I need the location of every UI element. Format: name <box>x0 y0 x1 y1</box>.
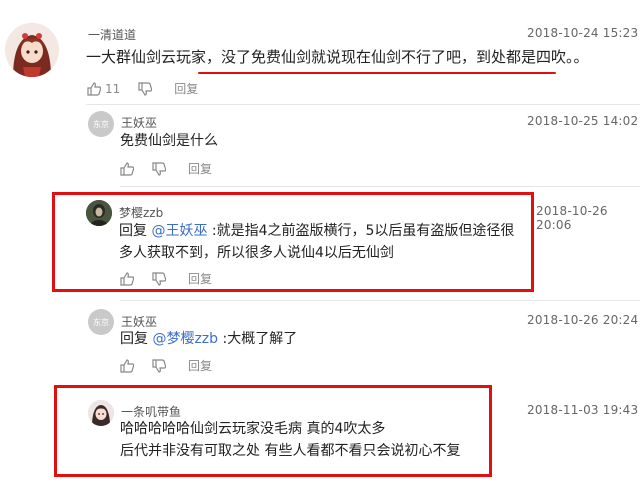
anime-avatar-icon <box>5 23 59 77</box>
reply-text: 免费仙剑是什么 <box>120 133 218 149</box>
thumbs-up-icon[interactable] <box>87 81 102 96</box>
red-highlight-box <box>52 192 534 292</box>
reply-prefix: 回复 <box>120 331 148 347</box>
reply-timestamp: 2018-10-26 20:24 <box>527 313 639 327</box>
divider <box>120 186 640 187</box>
reply-timestamp: 2018-10-25 14:02 <box>527 114 639 128</box>
thumbs-up-icon[interactable] <box>120 161 135 176</box>
thumbs-down-icon[interactable] <box>138 81 153 96</box>
thumbs-down-icon[interactable] <box>152 358 167 373</box>
reply-username[interactable]: 王妖巫 <box>121 114 157 131</box>
reply-button[interactable]: 回复 <box>188 160 212 177</box>
reply-actions: 回复 <box>120 357 212 374</box>
mention-link[interactable]: @梦樱zzb <box>152 331 218 347</box>
avatar[interactable] <box>5 23 59 77</box>
divider <box>86 104 640 105</box>
reply-actions: 回复 <box>120 160 212 177</box>
red-highlight-box <box>54 385 492 477</box>
avatar[interactable]: 东京 <box>88 111 114 137</box>
comment-actions: 11 回复 <box>87 80 198 97</box>
reply-timestamp: 2018-11-03 19:43 <box>527 403 639 417</box>
comment-timestamp: 2018-10-24 15:23 <box>527 26 639 40</box>
comment-text: 一大群仙剑云玩家，没了免费仙剑就说现在仙剑不行了吧，到处都是四吹。。 <box>86 48 589 66</box>
divider <box>120 300 640 301</box>
red-underline-annotation <box>198 72 556 74</box>
like-count: 11 <box>105 81 121 96</box>
reply-button[interactable]: 回复 <box>174 80 198 97</box>
avatar[interactable]: 东京 <box>88 309 114 335</box>
reply-content: :大概了解了 <box>222 331 298 347</box>
comment-username[interactable]: 一清道道 <box>88 26 136 43</box>
thumbs-up-icon[interactable] <box>120 358 135 373</box>
reply-timestamp: 2018-10-26 20:06 <box>536 204 608 232</box>
reply-button[interactable]: 回复 <box>188 357 212 374</box>
thumbs-down-icon[interactable] <box>152 161 167 176</box>
reply-text-line1: 回复 @梦樱zzb :大概了解了 <box>120 328 297 350</box>
